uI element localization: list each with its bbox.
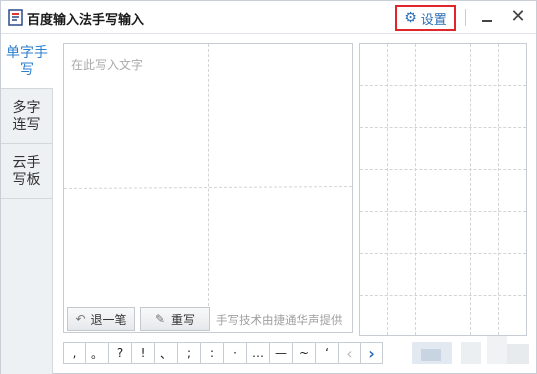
gear-icon: ⚙: [404, 10, 417, 26]
symbol-key[interactable]: :: [201, 342, 224, 364]
writing-canvas[interactable]: 在此写入文字 ↶ 退一笔 ✎ 重写 手写技术由捷通华声提供: [63, 43, 353, 333]
grid-line: [470, 44, 471, 335]
symbol-key[interactable]: —: [270, 342, 293, 364]
grid-line: [360, 295, 526, 296]
symbol-key[interactable]: ;: [178, 342, 201, 364]
symbol-key[interactable]: ~: [293, 342, 316, 364]
grid-line: [360, 169, 526, 170]
tab-multi-char[interactable]: 多字连写: [1, 90, 52, 144]
pixelated-area: [421, 349, 441, 361]
titlebar-divider: [465, 9, 466, 26]
symbol-key[interactable]: …: [247, 342, 270, 364]
grid-line: [360, 85, 526, 86]
candidate-panel[interactable]: [359, 43, 527, 336]
symbol-key[interactable]: 、: [155, 342, 178, 364]
settings-label: 设置: [420, 12, 447, 28]
pixelated-area: [507, 344, 529, 364]
grid-line: [498, 44, 499, 335]
tab-single-char[interactable]: 单字手写: [1, 35, 53, 89]
mode-tabs: 单字手写 多字连写 云手写板: [1, 35, 53, 374]
undo-icon: ↶: [75, 312, 86, 326]
tab-label: 云手写板: [12, 154, 41, 188]
symbol-key[interactable]: ‘: [316, 342, 339, 364]
grid-line: [360, 253, 526, 254]
symbol-key[interactable]: ·: [224, 342, 247, 364]
window-title: 百度输入法手写输入: [27, 13, 145, 28]
eraser-icon: ✎: [154, 312, 166, 326]
pixelated-area: [487, 336, 507, 364]
pixelated-area: [461, 342, 481, 364]
symbol-key[interactable]: !: [132, 342, 155, 364]
title-bar: 百度输入法手写输入 ⚙ 设置 ✕: [1, 1, 536, 34]
grid-line: [387, 44, 388, 335]
undo-stroke-button[interactable]: ↶ 退一笔: [67, 307, 135, 331]
minimize-button[interactable]: [478, 9, 496, 27]
rewrite-button[interactable]: ✎ 重写: [140, 307, 210, 331]
handwriting-window: 百度输入法手写输入 ⚙ 设置 ✕ 单字手写 多字连写 云手写板 在此写入文字 ↶…: [0, 0, 537, 374]
tab-label: 多字连写: [12, 99, 41, 133]
credit-text: 手写技术由捷通华声提供: [216, 313, 343, 327]
symbol-key[interactable]: ,: [63, 342, 86, 364]
tab-label: 单字手写: [6, 44, 48, 78]
undo-label: 退一笔: [90, 312, 127, 327]
app-logo-icon: [8, 9, 23, 26]
settings-button[interactable]: ⚙ 设置: [395, 5, 456, 31]
canvas-placeholder: 在此写入文字: [71, 58, 144, 72]
grid-line: [415, 44, 416, 335]
symbol-bar: , 。 ? ! 、 ; : · … — ~ ‘ ‹ ›: [63, 342, 383, 364]
guide-line: [208, 44, 209, 306]
next-page-button[interactable]: ›: [361, 342, 383, 364]
prev-page-button[interactable]: ‹: [339, 342, 361, 364]
rewrite-label: 重写: [171, 312, 196, 327]
close-button[interactable]: ✕: [508, 7, 528, 27]
grid-line: [360, 211, 526, 212]
tab-cloud-pad[interactable]: 云手写板: [1, 145, 52, 199]
symbol-key[interactable]: 。: [86, 342, 109, 364]
symbol-key[interactable]: ?: [109, 342, 132, 364]
grid-line: [360, 127, 526, 128]
